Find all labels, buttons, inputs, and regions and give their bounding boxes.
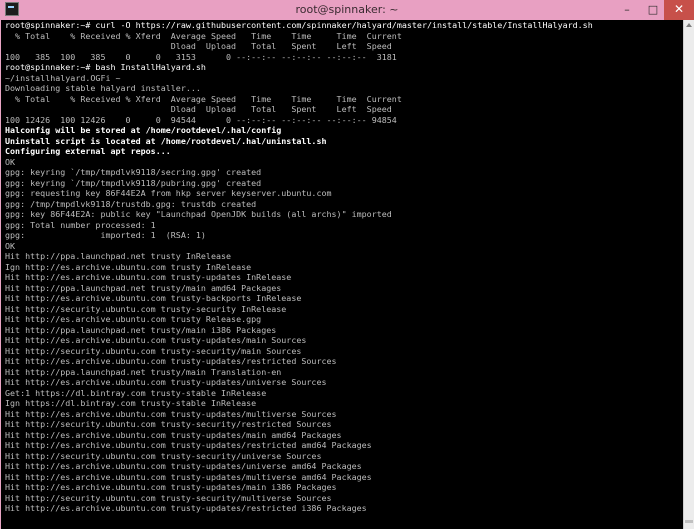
prompt-line: root@spinnaker:~# bash InstallHalyard.sh — [5, 62, 206, 72]
terminal-line: gpg: keyring `/tmp/tmpdlvk9118/secring.g… — [5, 167, 262, 177]
terminal-line: Hit http://es.archive.ubuntu.com trusty-… — [5, 293, 302, 303]
terminal-line: Hit http://es.archive.ubuntu.com trusty-… — [5, 377, 327, 387]
terminal-line: Hit http://es.archive.ubuntu.com trusty-… — [5, 272, 292, 282]
terminal-line: gpg: imported: 1 (RSA: 1) — [5, 230, 206, 240]
terminal-line: Configuring external apt repos... — [5, 146, 171, 156]
terminal-line: Hit http://es.archive.ubuntu.com trusty-… — [5, 440, 372, 450]
terminal-line: Hit http://es.archive.ubuntu.com trusty-… — [5, 461, 362, 471]
terminal-line: Hit http://es.archive.ubuntu.com trusty … — [5, 314, 262, 324]
terminal-line: Ign http://es.archive.ubuntu.com trusty … — [5, 261, 252, 272]
terminal-line: Ign https://dl.bintray.com trusty-stable… — [5, 398, 257, 408]
terminal-line: gpg: /tmp/tmpdlvk9118/trustdb.gpg: trust… — [5, 198, 257, 209]
terminal-line: gpg: requesting key 86F44E2A from hkp se… — [5, 188, 332, 198]
terminal-line: Hit http://security.ubuntu.com trusty-se… — [5, 492, 332, 503]
terminal-line: ~/installhalyard.OGFi ~ — [5, 72, 121, 83]
maximize-button[interactable]: □ — [640, 0, 666, 20]
minimize-button[interactable]: – — [614, 0, 640, 20]
terminal-line: OK — [5, 240, 16, 251]
terminal-line: Hit http://ppa.launchpad.net trusty/main… — [5, 282, 282, 293]
terminal-line: OK — [5, 156, 16, 167]
terminal-line: Hit http://ppa.launchpad.net trusty/main… — [5, 324, 277, 335]
terminal-line: Dload Upload Total Spent Left Speed — [5, 104, 392, 114]
terminal-line: Hit http://ppa.launchpad.net trusty/main… — [5, 366, 282, 377]
terminal-line: gpg: keyring `/tmp/tmpdlvk9118/pubring.g… — [5, 177, 262, 188]
prompt-line: root@spinnaker:~# curl -O https://raw.gi… — [5, 20, 593, 30]
terminal-lines: root@spinnaker:~# curl -O https://raw.gi… — [1, 20, 683, 514]
terminal-line: gpg: key 86F44E2A: public key "Launchpad… — [5, 209, 392, 219]
arrow-up-icon[interactable] — [686, 23, 692, 27]
terminal-line: Get:1 https://dl.bintray.com trusty-stab… — [5, 387, 267, 398]
terminal-line: Dload Upload Total Spent Left Speed — [5, 41, 392, 51]
terminal-line: Hit http://security.ubuntu.com trusty-se… — [5, 419, 332, 429]
terminal-line: gpg: Total number processed: 1 — [5, 219, 156, 230]
terminal-line: Halconfig will be stored at /home/rootde… — [5, 125, 282, 135]
scrollbar-thumb[interactable] — [685, 520, 693, 523]
terminal-line: Hit http://es.archive.ubuntu.com trusty-… — [5, 408, 337, 419]
terminal-line: Hit http://es.archive.ubuntu.com trusty-… — [5, 356, 337, 366]
title-bar[interactable]: root@spinnaker: ~ – □ ✕ — [0, 0, 694, 20]
terminal-line: 100 12426 100 12426 0 0 94544 0 --:--:--… — [5, 114, 397, 125]
terminal-line: Hit http://es.archive.ubuntu.com trusty-… — [5, 503, 367, 513]
terminal-line: % Total % Received % Xferd Average Speed… — [5, 30, 402, 41]
terminal-line: % Total % Received % Xferd Average Speed… — [5, 93, 402, 104]
terminal-window: root@spinnaker: ~ – □ ✕ root@spinnaker:~… — [0, 0, 694, 529]
close-button[interactable]: ✕ — [664, 0, 694, 20]
terminal-line: Uninstall script is located at /home/roo… — [5, 135, 327, 146]
window-title: root@spinnaker: ~ — [295, 3, 399, 16]
vertical-scrollbar[interactable] — [683, 20, 694, 529]
terminal-line: Hit http://security.ubuntu.com trusty-se… — [5, 303, 287, 314]
terminal-line: Hit http://ppa.launchpad.net trusty InRe… — [5, 251, 232, 261]
terminal-line: Hit http://es.archive.ubuntu.com trusty-… — [5, 471, 372, 482]
terminal-output[interactable]: root@spinnaker:~# curl -O https://raw.gi… — [1, 20, 683, 529]
terminal-line: Downloading stable halyard installer... — [5, 83, 201, 93]
terminal-line: Hit http://es.archive.ubuntu.com trusty-… — [5, 335, 307, 345]
terminal-line: Hit http://es.archive.ubuntu.com trusty-… — [5, 482, 337, 492]
terminal-line: Hit http://security.ubuntu.com trusty-se… — [5, 345, 302, 356]
terminal-line: Hit http://security.ubuntu.com trusty-se… — [5, 450, 322, 461]
terminal-line: Hit http://es.archive.ubuntu.com trusty-… — [5, 429, 342, 440]
terminal-line: 100 385 100 385 0 0 3153 0 --:--:-- --:-… — [5, 51, 397, 62]
